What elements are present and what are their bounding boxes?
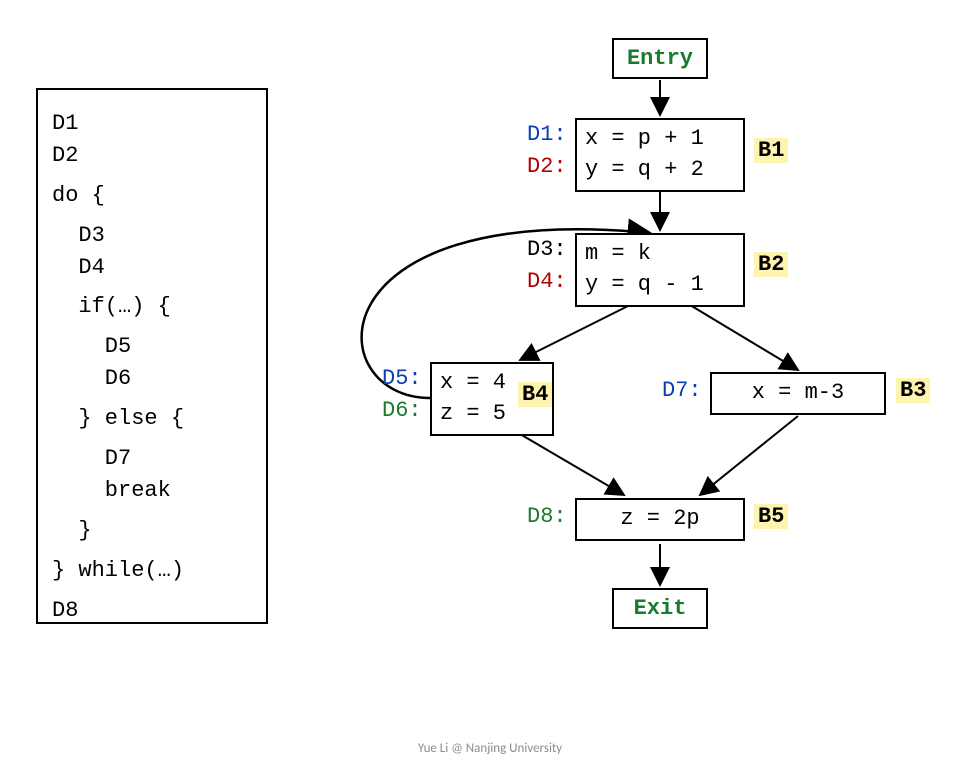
block-tag-b3: B3 xyxy=(896,378,930,403)
cfg-stmt: x = p + 1 xyxy=(585,124,735,155)
stmt-label-d3: D3: xyxy=(527,237,567,262)
stmt-label-d2: D2: xyxy=(527,154,567,179)
code-line: D1 xyxy=(52,108,256,140)
cfg-block-b1: x = p + 1 y = q + 2 xyxy=(575,118,745,192)
code-line: D5 xyxy=(52,331,256,363)
cfg-entry-node: Entry xyxy=(612,38,708,79)
cfg-exit-node: Exit xyxy=(612,588,708,629)
cfg-block-b2: m = k y = q - 1 xyxy=(575,233,745,307)
cfg-block-b3: x = m-3 xyxy=(710,372,886,415)
code-listing: D1 D2 do { D3 D4 if(…) { D5 D6 } else { … xyxy=(36,88,268,624)
cfg-stmt: y = q - 1 xyxy=(585,270,735,301)
block-tag-b5: B5 xyxy=(754,504,788,529)
stmt-label-d1: D1: xyxy=(527,122,567,147)
code-line: D6 xyxy=(52,363,256,395)
code-line: D4 xyxy=(52,252,256,284)
stmt-label-d8: D8: xyxy=(527,504,567,529)
code-line: break xyxy=(52,475,256,507)
block-tag-b1: B1 xyxy=(754,138,788,163)
code-line: D3 xyxy=(52,220,256,252)
cfg-stmt: y = q + 2 xyxy=(585,155,735,186)
code-line: } else { xyxy=(52,403,256,435)
cfg-diagram: Entry x = p + 1 y = q + 2 D1: D2: B1 m =… xyxy=(330,20,980,720)
code-line: } xyxy=(52,515,256,547)
cfg-stmt: z = 2p xyxy=(585,504,735,535)
stmt-label-d7: D7: xyxy=(662,378,702,403)
code-line: do { xyxy=(52,180,256,212)
cfg-stmt: x = m-3 xyxy=(720,378,876,409)
code-line: } while(…) xyxy=(52,555,256,587)
code-line: D8 xyxy=(52,595,256,627)
cfg-block-b5: z = 2p xyxy=(575,498,745,541)
code-line: if(…) { xyxy=(52,291,256,323)
block-tag-b4: B4 xyxy=(518,382,552,407)
stmt-label-d4: D4: xyxy=(527,269,567,294)
stmt-label-d5: D5: xyxy=(382,366,422,391)
stmt-label-d6: D6: xyxy=(382,398,422,423)
block-tag-b2: B2 xyxy=(754,252,788,277)
code-line: D7 xyxy=(52,443,256,475)
code-line: D2 xyxy=(52,140,256,172)
cfg-stmt: m = k xyxy=(585,239,735,270)
slide-footer: Yue Li @ Nanjing University xyxy=(0,741,980,756)
